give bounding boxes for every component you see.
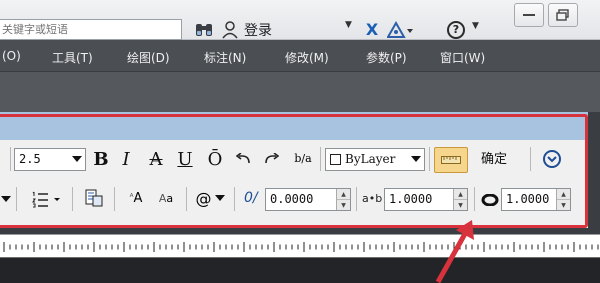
menu-item-dimension[interactable]: 标注(N) xyxy=(204,49,246,66)
annotation-arrow-icon xyxy=(435,220,474,283)
ribbon-area xyxy=(0,72,600,112)
menu-item-tools[interactable]: 工具(T) xyxy=(52,49,93,66)
help-dropdown-icon[interactable]: ▼ xyxy=(472,21,479,31)
highlight-frame xyxy=(0,114,588,228)
autodesk-a360-icon[interactable] xyxy=(386,19,414,40)
help-icon: ? xyxy=(447,20,465,39)
minimize-button[interactable] xyxy=(514,3,544,27)
restore-button[interactable] xyxy=(548,3,578,27)
binoculars-icon[interactable] xyxy=(193,19,215,40)
search-input[interactable] xyxy=(0,20,181,39)
help-button[interactable]: ? xyxy=(444,19,468,40)
login-dropdown-icon[interactable]: ▼ xyxy=(345,20,352,30)
ruler-ticks xyxy=(3,242,599,252)
exchange-x-icon[interactable]: X xyxy=(362,19,382,40)
menu-item-draw[interactable]: 绘图(D) xyxy=(127,49,170,66)
window-controls xyxy=(510,0,600,32)
drawing-area xyxy=(0,258,600,283)
menu-item-format[interactable]: (O) xyxy=(2,49,21,63)
menu-bar: (O) 工具(T) 绘图(D) 标注(N) 修改(M) 参数(P) 窗口(W) xyxy=(0,40,600,72)
login-label[interactable]: 登录 xyxy=(244,20,272,40)
search-box[interactable] xyxy=(0,19,182,40)
menu-item-modify[interactable]: 修改(M) xyxy=(285,49,329,66)
user-icon[interactable] xyxy=(220,19,240,40)
menu-item-parametric[interactable]: 参数(P) xyxy=(366,49,407,66)
text-ruler[interactable] xyxy=(0,234,600,258)
title-bar: 登录 ▼ X ? ▼ xyxy=(0,0,600,40)
menu-item-window[interactable]: 窗口(W) xyxy=(440,49,485,66)
